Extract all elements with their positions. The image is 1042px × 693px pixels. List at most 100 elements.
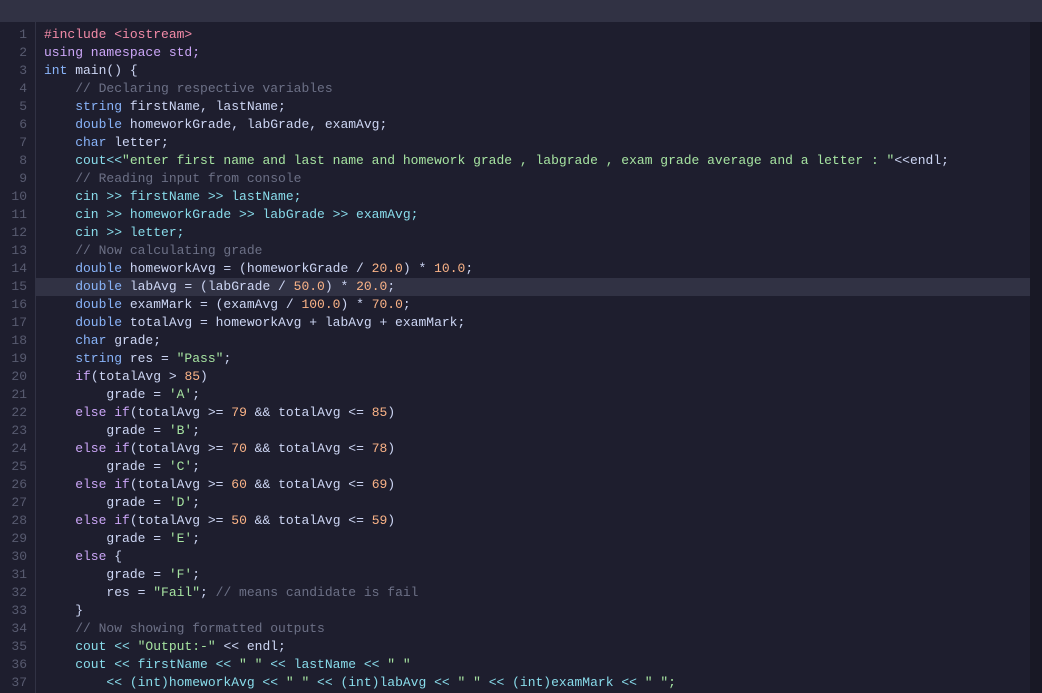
token: " "; [645, 675, 676, 690]
token: 'D' [169, 495, 192, 510]
line-number: 4 [0, 80, 35, 98]
token: homeworkAvg = (homeworkGrade / [122, 261, 372, 276]
code-line: else if(totalAvg >= 70 && totalAvg <= 78… [36, 440, 1030, 458]
line-number: 11 [0, 206, 35, 224]
token: firstName, lastName; [122, 99, 286, 114]
code-line: grade = 'B'; [36, 422, 1030, 440]
line-number: 37 [0, 674, 35, 692]
token: cout<< [44, 153, 122, 168]
code-line: cin >> homeworkGrade >> labGrade >> exam… [36, 206, 1030, 224]
line-number: 25 [0, 458, 35, 476]
token: 70 [231, 441, 247, 456]
token: labAvg = (labGrade / [122, 279, 294, 294]
token: ; [403, 297, 411, 312]
token: 59 [372, 513, 388, 528]
token: ) * [403, 261, 434, 276]
token: ) * [340, 297, 371, 312]
token: ; [192, 567, 200, 582]
line-number: 16 [0, 296, 35, 314]
token: else [44, 513, 106, 528]
token: <<endl; [894, 153, 949, 168]
token: // Reading input from console [44, 171, 301, 186]
token: string [44, 99, 122, 114]
token: cin >> firstName >> lastName; [44, 189, 301, 204]
code-line: // Declaring respective variables [36, 80, 1030, 98]
token: ; [223, 351, 231, 366]
line-number: 23 [0, 422, 35, 440]
token: 50 [231, 513, 247, 528]
token: else [44, 405, 106, 420]
code-line: if(totalAvg > 85) [36, 368, 1030, 386]
line-number: 30 [0, 548, 35, 566]
token: 'F' [169, 567, 192, 582]
line-number: 14 [0, 260, 35, 278]
line-number: 20 [0, 368, 35, 386]
token: double [44, 279, 122, 294]
code-line: #include <iostream> [36, 26, 1030, 44]
token: grade; [106, 333, 161, 348]
line-number: 21 [0, 386, 35, 404]
line-number: 3 [0, 62, 35, 80]
code-line: double homeworkAvg = (homeworkGrade / 20… [36, 260, 1030, 278]
token: "Output:-" [138, 639, 216, 654]
code-line: int main() { [36, 62, 1030, 80]
token: ; [200, 585, 216, 600]
line-number: 29 [0, 530, 35, 548]
token: double [44, 261, 122, 276]
token: << (int)labAvg << [309, 675, 457, 690]
token: string [44, 351, 122, 366]
token: // Now calculating grade [44, 243, 262, 258]
code-line: double totalAvg = homeworkAvg + labAvg +… [36, 314, 1030, 332]
code-line: double homeworkGrade, labGrade, examAvg; [36, 116, 1030, 134]
token: using namespace std; [44, 45, 200, 60]
token: totalAvg = homeworkAvg + labAvg + examMa… [122, 315, 465, 330]
token: && totalAvg <= [247, 477, 372, 492]
token: && totalAvg <= [247, 405, 372, 420]
line-number: 35 [0, 638, 35, 656]
token: ) [387, 405, 395, 420]
line-number: 33 [0, 602, 35, 620]
code-line: cout << "Output:-" << endl; [36, 638, 1030, 656]
token: ) [387, 477, 395, 492]
scrollbar[interactable] [1030, 22, 1042, 693]
line-number: 31 [0, 566, 35, 584]
line-number: 26 [0, 476, 35, 494]
line-number: 34 [0, 620, 35, 638]
line-number: 19 [0, 350, 35, 368]
code-line: else if(totalAvg >= 79 && totalAvg <= 85… [36, 404, 1030, 422]
token: "enter first name and last name and home… [122, 153, 894, 168]
token: int [44, 63, 67, 78]
token: 20.0 [372, 261, 403, 276]
token: if [114, 405, 130, 420]
token: { [106, 549, 122, 564]
line-number: 17 [0, 314, 35, 332]
code-line: // Now calculating grade [36, 242, 1030, 260]
token: grade = [44, 387, 169, 402]
token: res = [122, 351, 177, 366]
code-line: cin >> letter; [36, 224, 1030, 242]
token: ; [465, 261, 473, 276]
line-number: 9 [0, 170, 35, 188]
token: // means candidate is fail [216, 585, 419, 600]
token: if [114, 477, 130, 492]
token: double [44, 315, 122, 330]
token: 78 [372, 441, 388, 456]
token: ; [192, 495, 200, 510]
token: "Pass" [177, 351, 224, 366]
token: " " [239, 657, 262, 672]
code-line: // Reading input from console [36, 170, 1030, 188]
line-number: 10 [0, 188, 35, 206]
token: ) [387, 441, 395, 456]
code-line: grade = 'E'; [36, 530, 1030, 548]
code-line: else if(totalAvg >= 60 && totalAvg <= 69… [36, 476, 1030, 494]
token: cin >> letter; [44, 225, 184, 240]
token: cout << firstName << [44, 657, 239, 672]
code-line: string firstName, lastName; [36, 98, 1030, 116]
line-number: 1 [0, 26, 35, 44]
token: examMark = (examAvg / [122, 297, 301, 312]
line-number: 8 [0, 152, 35, 170]
token: #include <iostream> [44, 27, 192, 42]
code-line: using namespace std; [36, 44, 1030, 62]
code-content[interactable]: #include <iostream> using namespace std; i… [36, 22, 1030, 693]
line-number: 27 [0, 494, 35, 512]
